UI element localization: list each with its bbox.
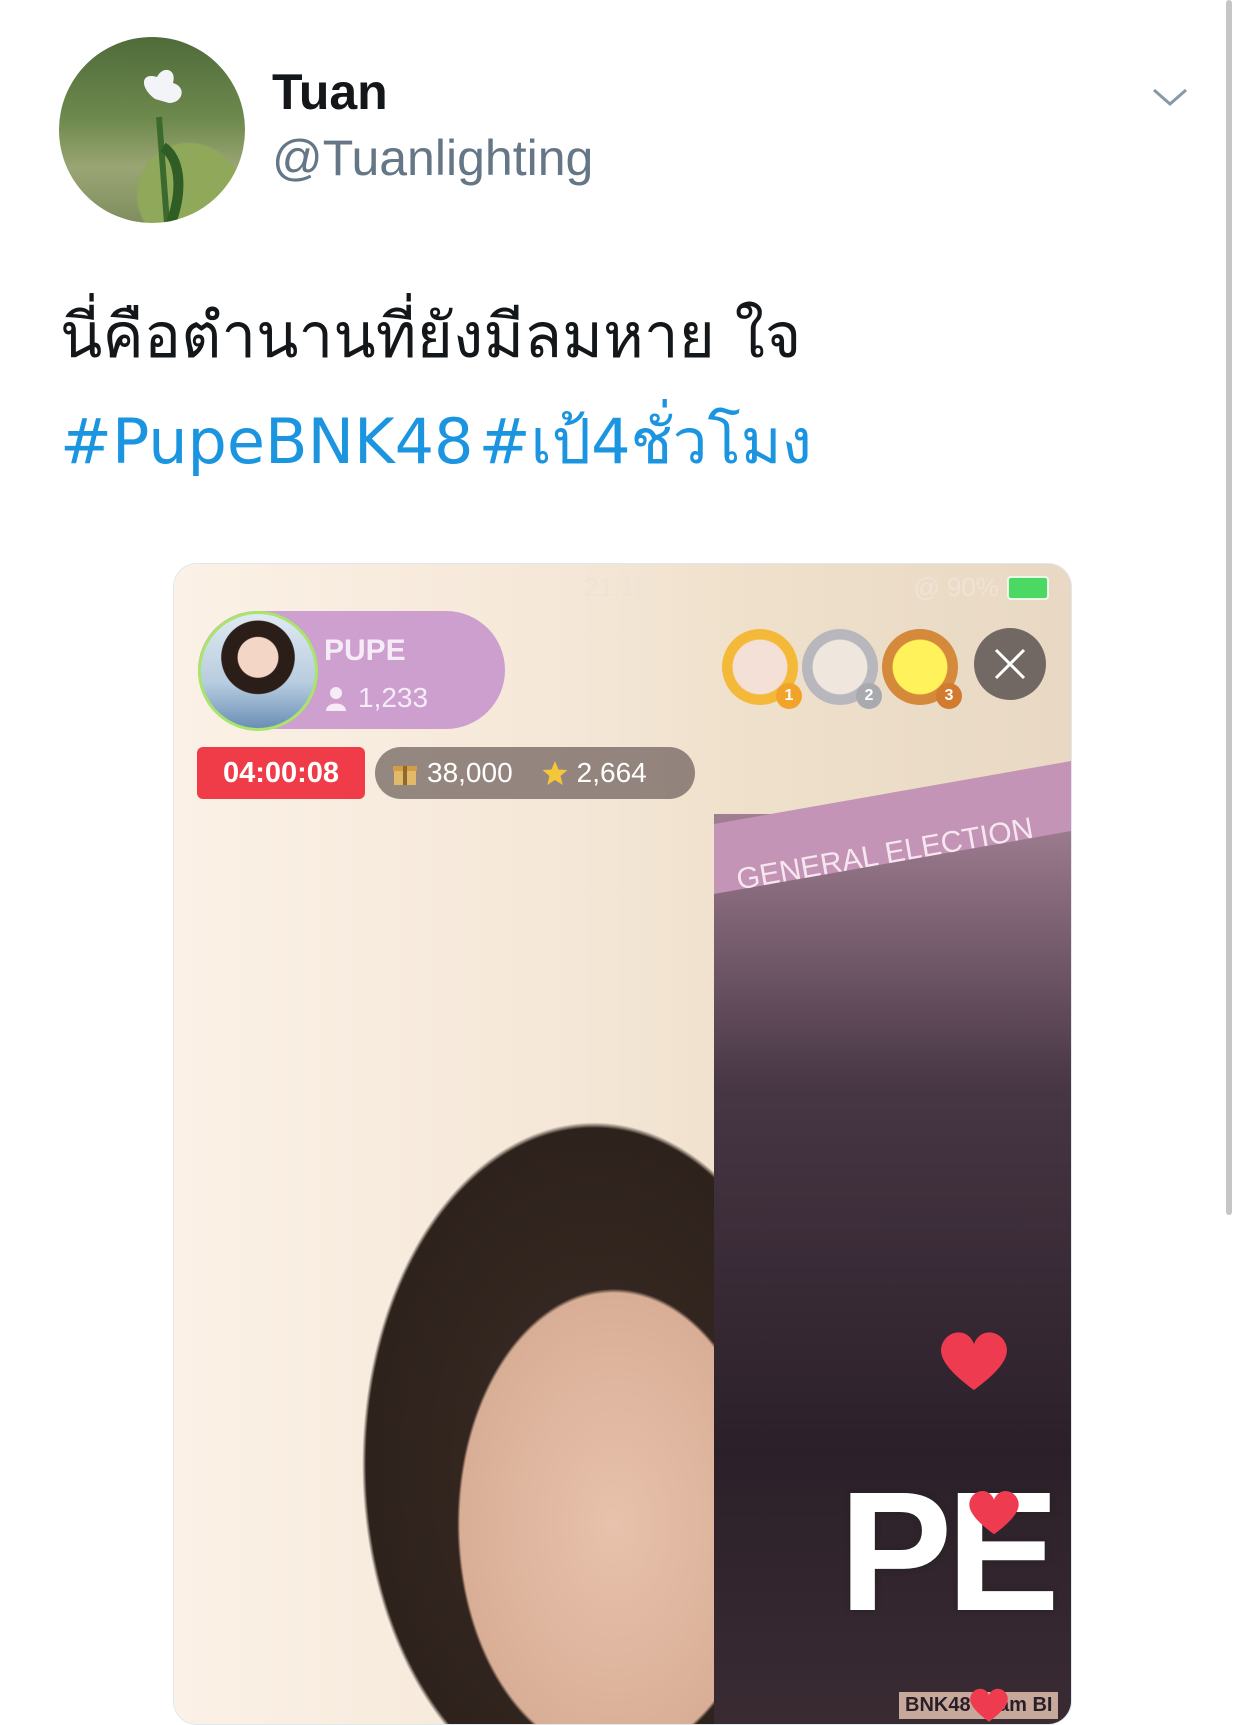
- star-count: 2,664: [576, 757, 647, 788]
- gift-count: 38,000: [427, 757, 513, 788]
- heart-icon: [970, 1688, 1008, 1722]
- top-fan-avatar[interactable]: 3: [882, 629, 962, 709]
- top-fan-avatar[interactable]: 1: [722, 629, 802, 709]
- tweet-text: นี่คือตำนานที่ยังมีลมหาย ใจ: [60, 299, 802, 372]
- hashtag-link[interactable]: #PupeBNK48: [60, 405, 474, 478]
- close-button[interactable]: [974, 628, 1046, 700]
- heart-icon: [969, 1490, 1019, 1535]
- close-icon: [994, 648, 1026, 680]
- top-fan-avatar[interactable]: 2: [802, 629, 882, 709]
- heart-icon: [941, 1332, 1007, 1390]
- avatar-flower-image: [143, 69, 184, 223]
- star-icon: [542, 761, 568, 785]
- rank-badge: 1: [776, 683, 802, 709]
- host-avatar[interactable]: [198, 611, 318, 731]
- live-timer: 04:00:08: [197, 747, 365, 799]
- display-name[interactable]: Tuan: [272, 62, 388, 122]
- scrollbar[interactable]: [1226, 0, 1232, 1215]
- gift-icon: [393, 766, 417, 785]
- user-avatar[interactable]: [59, 37, 245, 223]
- status-bar-battery: @ 90%: [913, 572, 1049, 603]
- live-stats: 38,000 2,664: [375, 747, 695, 799]
- battery-icon: [1007, 575, 1049, 600]
- rank-badge: 2: [856, 683, 882, 709]
- rank-badge: 3: [936, 683, 962, 709]
- hashtag-link[interactable]: #เป้4ชั่วโมง: [479, 405, 812, 478]
- status-bar-time: 21:15: [584, 572, 650, 602]
- gift-stat: 38,000: [391, 757, 513, 789]
- hashtag-row: #PupeBNK48 #เป้4ชั่วโมง: [60, 402, 812, 498]
- star-stat: 2,664: [541, 757, 647, 789]
- viewer-count: 1,233: [324, 682, 428, 714]
- battery-text: @ 90%: [913, 572, 999, 602]
- person-icon: [326, 687, 346, 711]
- user-handle[interactable]: @Tuanlighting: [272, 128, 593, 188]
- viewer-count-value: 1,233: [358, 682, 429, 713]
- tweet-media-image[interactable]: GENERAL ELECTION PE BNK48 Team BI 21:15 …: [173, 563, 1072, 1725]
- chevron-down-icon[interactable]: [1150, 82, 1190, 112]
- host-name: PUPE: [324, 634, 406, 667]
